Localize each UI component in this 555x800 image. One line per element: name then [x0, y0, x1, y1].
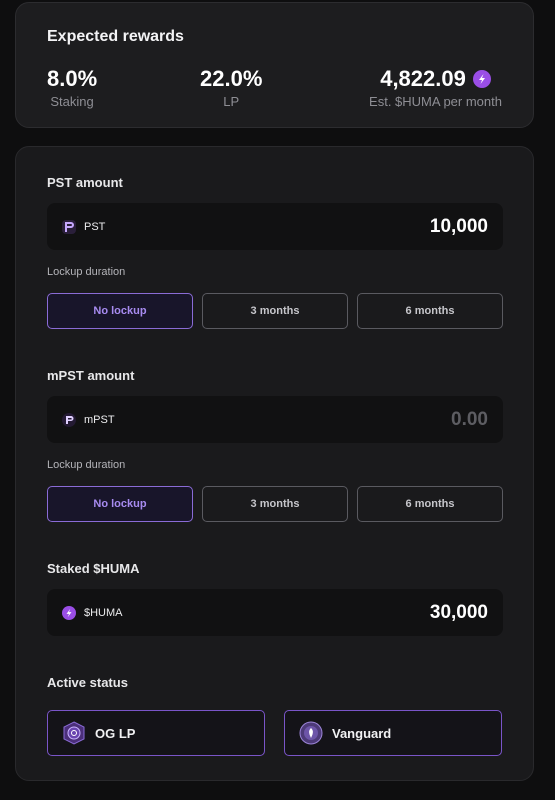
pst-amount-label: PST amount: [47, 175, 123, 190]
mpst-token-label: mPST: [84, 413, 115, 426]
huma-monthly-value: 4,822.09: [380, 66, 466, 91]
mpst-amount-input[interactable]: mPST 0.00: [47, 396, 503, 443]
lp-apy-label: LP: [223, 94, 240, 109]
mpst-lockup-options: No lockup 3 months 6 months: [47, 486, 503, 522]
og-lp-badge-icon: [62, 721, 86, 745]
pst-amount-value: 10,000: [429, 215, 488, 237]
pst-icon: [62, 219, 76, 234]
vanguard-badge-label: Vanguard: [332, 725, 392, 741]
mpst-amount-label: mPST amount: [47, 368, 135, 383]
og-lp-status-badge: OG LP: [47, 710, 265, 756]
mpst-lockup-label: Lockup duration: [47, 459, 126, 471]
vanguard-status-badge: Vanguard: [284, 710, 502, 756]
staking-apy-label: Staking: [50, 94, 94, 109]
vanguard-badge-icon: [299, 721, 323, 745]
staking-form-card: PST amount PST 10,000 Lockup duration No…: [15, 146, 534, 781]
pst-token: PST: [47, 219, 106, 234]
staking-apy-value: 8.0%: [47, 66, 98, 91]
huma-amount-value: 30,000: [429, 601, 488, 623]
staking-apy-stat: 8.0% Staking: [47, 66, 97, 110]
pst-lockup-3-months-button[interactable]: 3 months: [202, 293, 348, 329]
huma-monthly-label: Est. $HUMA per month: [369, 94, 502, 109]
pst-amount-input[interactable]: PST 10,000: [47, 203, 503, 250]
huma-token-label: $HUMA: [84, 606, 123, 619]
huma-bolt-icon: [472, 70, 491, 88]
mpst-token: mPST: [47, 412, 115, 427]
mpst-amount-value: 0.00: [451, 408, 488, 430]
staked-huma-label: Staked $HUMA: [47, 561, 140, 576]
mpst-lockup-3-months-button[interactable]: 3 months: [202, 486, 348, 522]
huma-bolt-icon: [62, 605, 76, 620]
pst-lockup-no-lockup-button[interactable]: No lockup: [47, 293, 193, 329]
pst-lockup-options: No lockup 3 months 6 months: [47, 293, 503, 329]
rewards-title: Expected rewards: [47, 28, 184, 45]
pst-lockup-label: Lockup duration: [47, 266, 126, 278]
huma-monthly-stat: 4,822.09 Est. $HUMA per month: [369, 66, 502, 110]
lp-apy-stat: 22.0% LP: [200, 66, 262, 110]
expected-rewards-card: Expected rewards 8.0% Staking 22.0% LP 4…: [15, 2, 534, 128]
mpst-icon: [62, 412, 76, 427]
pst-lockup-6-months-button[interactable]: 6 months: [357, 293, 503, 329]
active-status-label: Active status: [47, 675, 128, 690]
mpst-lockup-no-lockup-button[interactable]: No lockup: [47, 486, 193, 522]
og-lp-badge-label: OG LP: [95, 725, 136, 741]
lp-apy-value: 22.0%: [200, 66, 263, 91]
mpst-lockup-6-months-button[interactable]: 6 months: [357, 486, 503, 522]
pst-token-label: PST: [84, 220, 106, 233]
huma-token: $HUMA: [47, 605, 123, 620]
huma-amount-input[interactable]: $HUMA 30,000: [47, 589, 503, 636]
